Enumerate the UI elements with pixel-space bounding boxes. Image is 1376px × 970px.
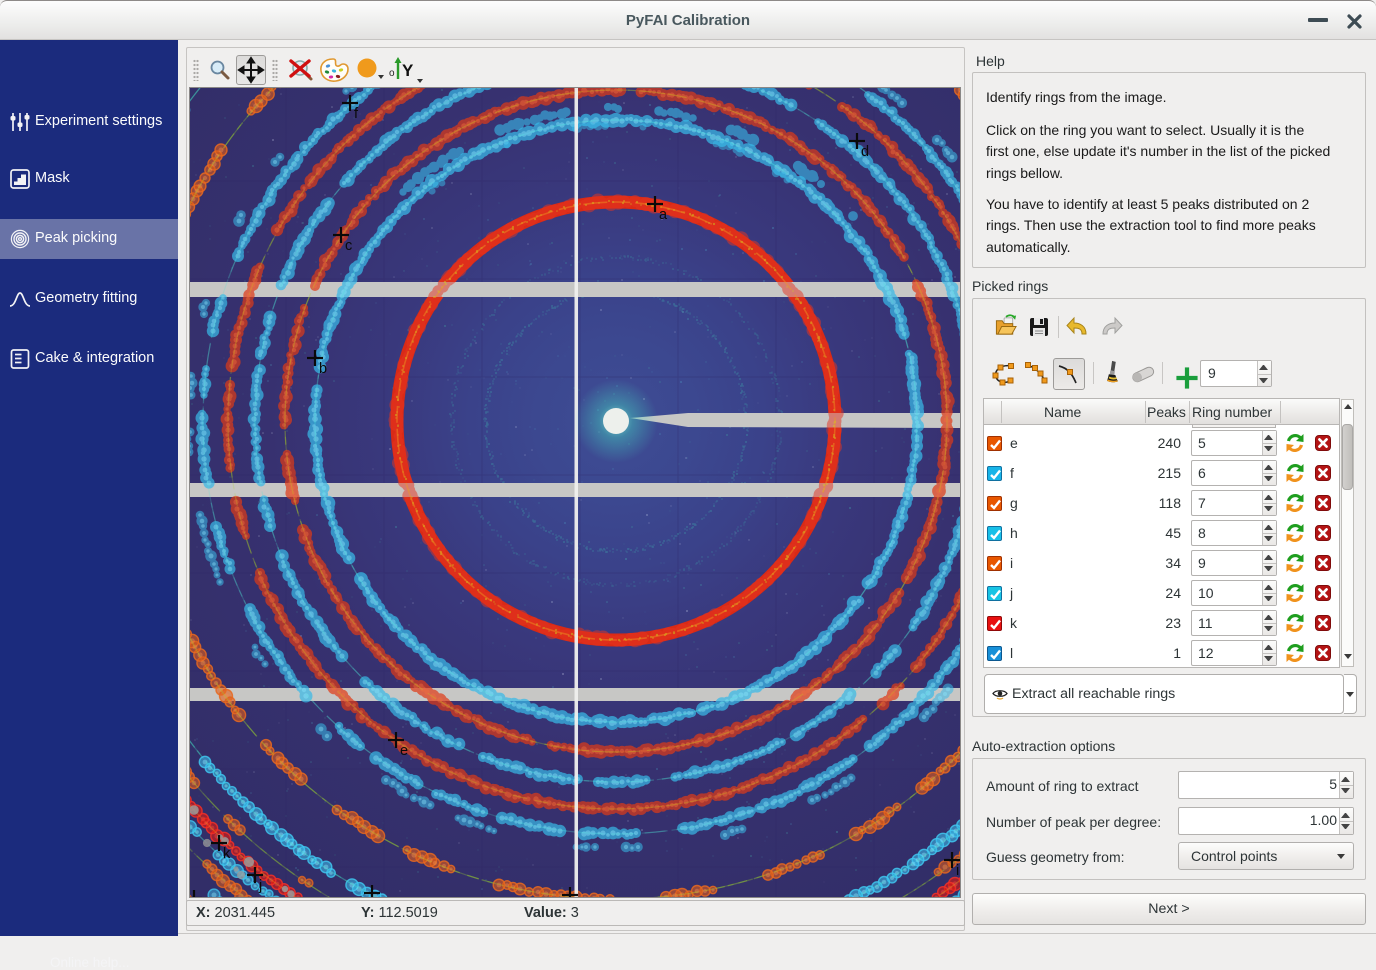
svg-text:o: o: [389, 68, 395, 79]
svg-text:Y: Y: [402, 61, 414, 80]
